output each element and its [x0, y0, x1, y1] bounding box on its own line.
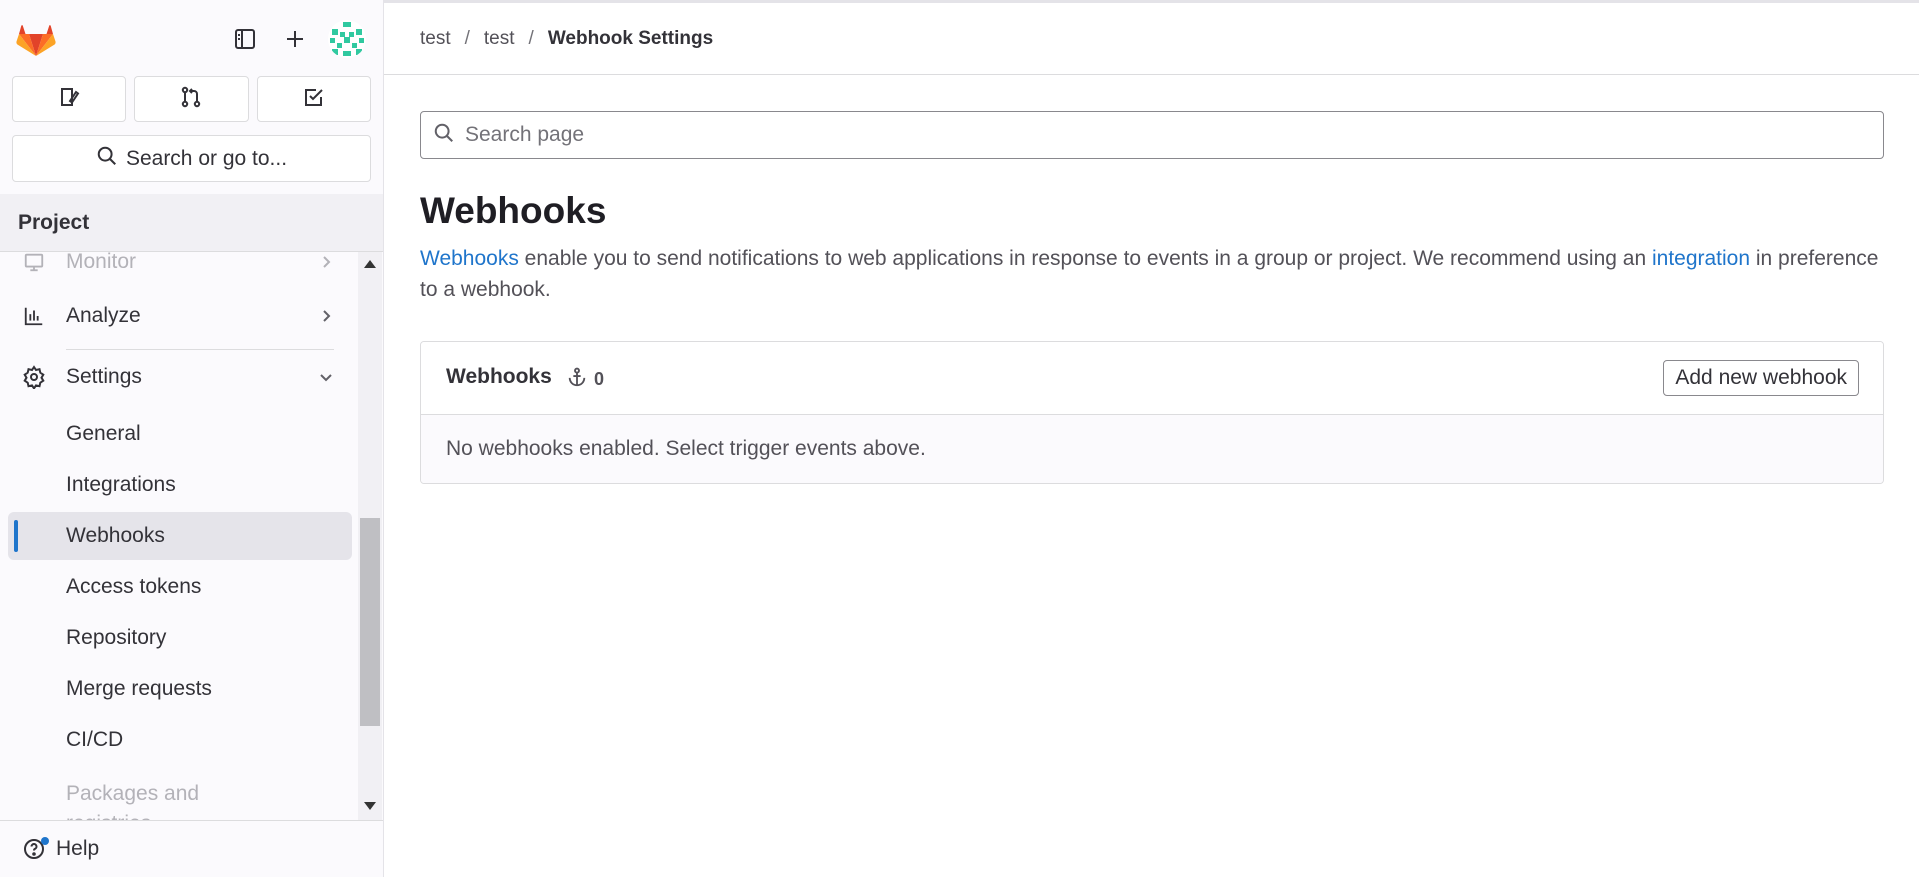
sidebar-item-label: Repository — [66, 626, 167, 649]
plus-icon[interactable] — [280, 24, 310, 54]
nav-divider — [66, 349, 334, 350]
analyze-icon — [22, 304, 46, 328]
chevron-down-icon — [316, 367, 336, 387]
sidebar-scrollbar[interactable] — [358, 252, 382, 820]
monitor-icon — [22, 252, 46, 274]
sidebar-toggle-icon[interactable] — [230, 24, 260, 54]
sidebar-item-label: Monitor — [66, 252, 137, 273]
scroll-up-arrow-icon[interactable] — [364, 260, 376, 268]
sidebar-item-label: CI/CD — [66, 728, 124, 751]
merge-requests-button[interactable] — [134, 76, 249, 122]
sidebar-item-label: General — [66, 422, 141, 445]
breadcrumb-item[interactable]: test — [484, 28, 515, 50]
sidebar-item-repository[interactable]: Repository — [8, 614, 352, 662]
breadcrumb-separator: / — [528, 28, 534, 49]
breadcrumb-item[interactable]: test — [420, 28, 451, 50]
sidebar-item-analyze[interactable]: Analyze — [8, 292, 352, 340]
breadcrumb-separator: / — [464, 28, 470, 49]
sidebar-item-label: Webhooks — [66, 524, 165, 547]
issues-button[interactable] — [12, 76, 127, 122]
page-title: Webhooks — [420, 190, 607, 231]
top-border — [384, 0, 1919, 3]
integration-link[interactable]: integration — [1652, 247, 1750, 270]
description-text: enable you to send notifications to web … — [518, 247, 1652, 270]
sidebar-item-label: Integrations — [66, 473, 176, 496]
sidebar-item-webhooks[interactable]: Webhooks — [8, 512, 352, 560]
sidebar-item-label: Settings — [66, 365, 142, 388]
page-search[interactable] — [420, 111, 1884, 159]
page-description: Webhooks enable you to send notification… — [420, 243, 1890, 305]
todos-button[interactable] — [256, 76, 371, 122]
global-search-button[interactable]: Search or go to... — [12, 135, 371, 182]
chevron-right-icon — [316, 306, 336, 326]
search-icon — [96, 145, 118, 173]
sidebar-section-title: Project — [0, 194, 383, 252]
sidebar-item-cicd[interactable]: CI/CD — [8, 716, 352, 764]
sidebar-item-merge-requests[interactable]: Merge requests — [8, 665, 352, 713]
sidebar-item-label: Merge requests — [66, 677, 212, 700]
global-search-label: Search or go to... — [125, 146, 288, 170]
page-search-input[interactable] — [465, 123, 1865, 147]
sidebar-item-general[interactable]: General — [8, 410, 352, 458]
breadcrumb: test / test / Webhook Settings — [420, 26, 713, 52]
breadcrumb-current[interactable]: Webhook Settings — [548, 28, 713, 50]
sidebar: Search or go to... Project Monitor Analy… — [0, 0, 384, 877]
sidebar-top — [0, 0, 383, 72]
header-divider — [384, 74, 1919, 75]
chevron-right-icon — [316, 252, 336, 272]
avatar[interactable] — [328, 20, 366, 58]
sidebar-nav: Monitor Analyze Settings General Integra… — [0, 252, 358, 820]
gear-icon — [22, 365, 46, 389]
webhooks-empty-state: No webhooks enabled. Select trigger even… — [421, 415, 1883, 483]
app-root: Search or go to... Project Monitor Analy… — [0, 0, 1919, 877]
sidebar-item-access-tokens[interactable]: Access tokens — [8, 563, 352, 611]
help-label: Help — [56, 837, 100, 860]
merge-request-icon — [179, 85, 203, 114]
sidebar-item-label: Access tokens — [66, 575, 202, 598]
sidebar-item-packages[interactable]: Packages and registries — [8, 771, 352, 820]
sidebar-item-integrations[interactable]: Integrations — [8, 461, 352, 509]
search-icon — [433, 122, 455, 149]
sidebar-item-monitor[interactable]: Monitor — [8, 252, 352, 286]
webhook-count-value: 0 — [594, 369, 605, 389]
webhooks-docs-link[interactable]: Webhooks — [420, 247, 519, 270]
sidebar-quick-actions — [12, 76, 371, 122]
add-new-webhook-button[interactable]: Add new webhook — [1663, 360, 1859, 396]
webhooks-card-title: Webhooks — [446, 365, 552, 388]
webhooks-card-header: Webhooks 0 Add new webhook — [421, 342, 1883, 415]
webhook-count: 0 — [566, 366, 604, 393]
scroll-down-arrow-icon[interactable] — [364, 802, 376, 810]
anchor-icon — [566, 366, 588, 393]
issues-icon — [57, 85, 81, 114]
help-button[interactable]: Help — [0, 820, 383, 877]
webhooks-card: Webhooks 0 Add new webhook No webhooks e… — [420, 341, 1884, 484]
scrollbar-thumb[interactable] — [360, 518, 380, 726]
sidebar-item-label: Packages and registries — [66, 782, 200, 820]
sidebar-item-settings[interactable]: Settings — [8, 353, 352, 401]
notification-dot — [41, 837, 49, 845]
todo-icon — [302, 85, 326, 114]
sidebar-item-label: Analyze — [66, 304, 141, 327]
gitlab-logo-icon[interactable] — [16, 20, 56, 58]
